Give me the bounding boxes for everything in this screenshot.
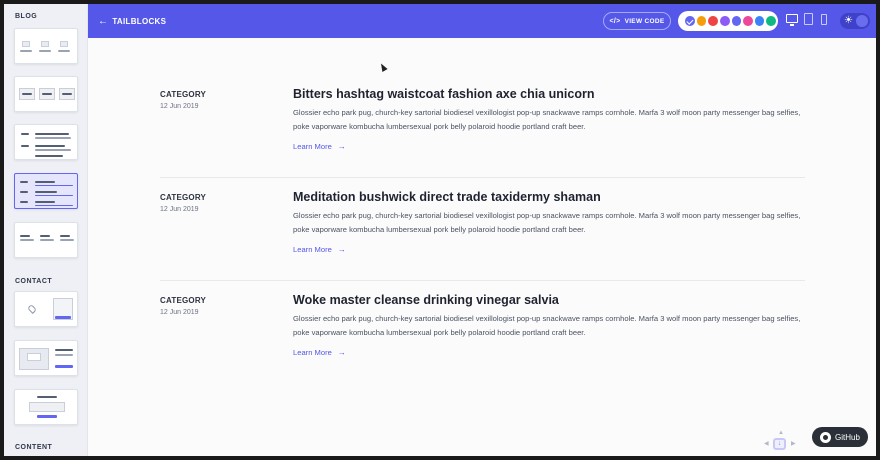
sun-icon: ☀ (844, 15, 853, 26)
post-description: Glossier echo park pug, church-key sarto… (293, 314, 801, 337)
github-label: GitHub (835, 432, 860, 442)
learn-more-link[interactable]: Learn More → (293, 245, 346, 254)
theme-toggle[interactable]: ☀ (840, 13, 870, 29)
sidebar-section-contact: CONTACT (15, 278, 53, 285)
learn-more-label: Learn More (293, 348, 332, 357)
color-swatch[interactable] (696, 16, 707, 26)
post-title: Bitters hashtag waistcoat fashion axe ch… (293, 87, 595, 101)
learn-more-link[interactable]: Learn More → (293, 142, 346, 151)
learn-more-label: Learn More (293, 142, 332, 151)
post-date: 12 Jun 2019 (160, 309, 199, 316)
color-swatch[interactable] (708, 16, 718, 26)
sidebar-section-content: CONTENT (15, 444, 53, 451)
github-button[interactable]: GitHub (812, 427, 868, 447)
post-date: 12 Jun 2019 (160, 206, 199, 213)
back-to-tailblocks-link[interactable]: ← TAILBLOCKS (98, 14, 166, 28)
color-swatch[interactable] (685, 16, 695, 26)
keyboard-navigation-widget[interactable]: ▲ ◀ ▶ ↓ (764, 430, 798, 454)
top-toolbar: ← TAILBLOCKS </> VIEW CODE ☀ (88, 4, 876, 38)
learn-more-label: Learn More (293, 245, 332, 254)
blog-block-thumbnail-3[interactable] (14, 124, 78, 160)
arrow-right-icon: → (337, 142, 346, 151)
view-code-button[interactable]: </> VIEW CODE (603, 12, 671, 30)
post-category: CATEGORY (160, 90, 207, 99)
code-brackets-icon: </> (609, 17, 621, 25)
view-code-label: VIEW CODE (624, 17, 665, 25)
contact-block-thumbnail-2[interactable] (14, 340, 78, 376)
toggle-knob (856, 15, 868, 27)
arrow-left-icon: ← (98, 15, 109, 27)
color-picker (678, 11, 778, 31)
contact-block-thumbnail-3[interactable] (14, 389, 78, 425)
nav-up-icon: ▲ (778, 430, 784, 436)
post-category: CATEGORY (160, 193, 207, 202)
arrow-right-icon: → (337, 348, 346, 357)
post-title: Meditation bushwick direct trade taxider… (293, 190, 601, 204)
blog-block-thumbnail-2[interactable] (14, 76, 78, 112)
nav-down-icon: ↓ (773, 438, 786, 450)
post-description: Glossier echo park pug, church-key sarto… (293, 108, 801, 131)
color-swatch[interactable] (743, 16, 753, 26)
nav-right-icon: ▶ (791, 441, 796, 447)
post-description: Glossier echo park pug, church-key sarto… (293, 211, 801, 234)
nav-left-icon: ◀ (764, 441, 769, 447)
contact-block-thumbnail-1[interactable] (14, 291, 78, 327)
color-swatch[interactable] (719, 16, 730, 26)
mouse-cursor (378, 62, 388, 72)
tablet-view-icon[interactable] (804, 13, 813, 25)
post-date: 12 Jun 2019 (160, 103, 199, 110)
blog-preview: CATEGORY 12 Jun 2019 Bitters hashtag wai… (88, 38, 876, 456)
phone-view-icon[interactable] (821, 14, 827, 25)
color-swatch[interactable] (766, 16, 776, 26)
blog-block-thumbnail-1[interactable] (14, 28, 78, 64)
sidebar-section-blog: BLOG (15, 13, 38, 20)
blog-block-thumbnail-5[interactable] (14, 222, 78, 258)
app-window: BLOG CONTACT CONTENT ← TAILBLOCKS </> VI… (4, 4, 876, 456)
post-divider (160, 177, 805, 178)
learn-more-link[interactable]: Learn More → (293, 348, 346, 357)
color-swatch[interactable] (754, 16, 765, 26)
post-title: Woke master cleanse drinking vinegar sal… (293, 293, 559, 307)
arrow-right-icon: → (337, 245, 346, 254)
sidebar: BLOG CONTACT CONTENT (4, 4, 88, 456)
post-category: CATEGORY (160, 296, 207, 305)
back-link-label: TAILBLOCKS (112, 16, 167, 26)
desktop-view-icon[interactable] (786, 14, 798, 26)
color-swatch[interactable] (731, 16, 742, 26)
post-divider (160, 280, 805, 281)
blog-block-thumbnail-4-selected[interactable] (14, 173, 78, 209)
github-icon (820, 431, 832, 443)
